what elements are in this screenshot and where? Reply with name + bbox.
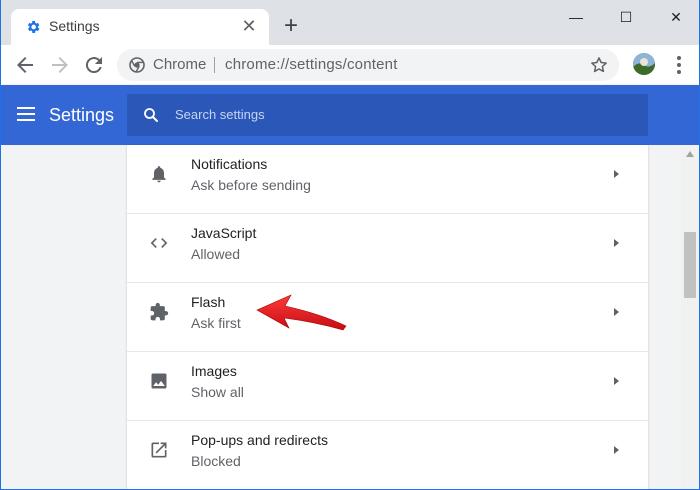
window-close-button[interactable]: ✕ [654,6,698,28]
settings-row-popups[interactable]: Pop-ups and redirects Blocked [127,421,648,489]
browser-window: Settings ✕ + — ☐ ✕ Chrome chrome://setti… [0,0,700,490]
chevron-right-icon [614,377,619,385]
new-tab-button[interactable]: + [279,14,303,39]
settings-row-javascript[interactable]: JavaScript Allowed [127,214,648,283]
tab-settings[interactable]: Settings ✕ [11,9,269,45]
forward-icon[interactable] [48,53,72,77]
gear-icon [27,21,40,33]
settings-row-flash[interactable]: Flash Ask first [127,283,648,352]
settings-row-images[interactable]: Images Show all [127,352,648,421]
image-icon [151,373,167,389]
search-placeholder: Search settings [175,107,265,122]
omnibox-url[interactable]: chrome://settings/content [225,56,398,73]
back-icon[interactable] [13,53,37,77]
settings-header: Settings Search settings [1,85,699,145]
reload-icon[interactable] [82,53,106,77]
row-status: Allowed [191,246,241,262]
tab-close-icon[interactable]: ✕ [239,16,259,36]
browser-toolbar: Chrome chrome://settings/content [1,45,699,85]
chevron-right-icon [614,446,619,454]
hamburger-menu-icon[interactable] [17,107,35,121]
scroll-thumb[interactable] [684,232,696,298]
row-title: Flash [191,294,226,310]
scroll-up-arrow-icon[interactable] [686,151,694,157]
search-icon [144,108,158,122]
row-status: Ask before sending [191,177,311,193]
page-title: Settings [49,105,115,125]
row-status: Blocked [191,453,241,469]
site-settings-card: Notifications Ask before sending JavaScr… [127,145,648,489]
omnibox-divider [214,57,215,73]
bell-icon [152,166,166,183]
chevron-right-icon [614,308,619,316]
row-title: Notifications [191,156,268,172]
row-status: Show all [191,384,244,400]
row-title: Pop-ups and redirects [191,432,328,448]
row-title: Images [191,363,237,379]
more-menu-icon[interactable] [671,54,687,76]
red-arrow-annotation [256,294,347,331]
minimize-button[interactable]: — [554,6,598,28]
row-title: JavaScript [191,225,257,241]
search-settings-input[interactable]: Search settings [127,94,648,136]
profile-avatar[interactable] [633,53,655,75]
chevron-right-icon [614,170,619,178]
popout-icon [151,442,167,458]
address-bar[interactable]: Chrome chrome://settings/content [117,49,619,81]
bookmark-star-icon[interactable] [589,55,609,75]
omnibox-label: Chrome [153,56,207,73]
chrome-icon [129,57,145,73]
chevron-right-icon [614,239,619,247]
maximize-button[interactable]: ☐ [604,6,648,28]
row-status: Ask first [191,315,241,331]
tab-title: Settings [49,18,100,34]
tab-strip: Settings ✕ + — ☐ ✕ [1,0,699,45]
settings-row-notifications[interactable]: Notifications Ask before sending [127,145,648,214]
puzzle-icon [150,302,169,321]
code-icon [150,238,168,248]
page-scrollbar[interactable] [681,145,699,489]
